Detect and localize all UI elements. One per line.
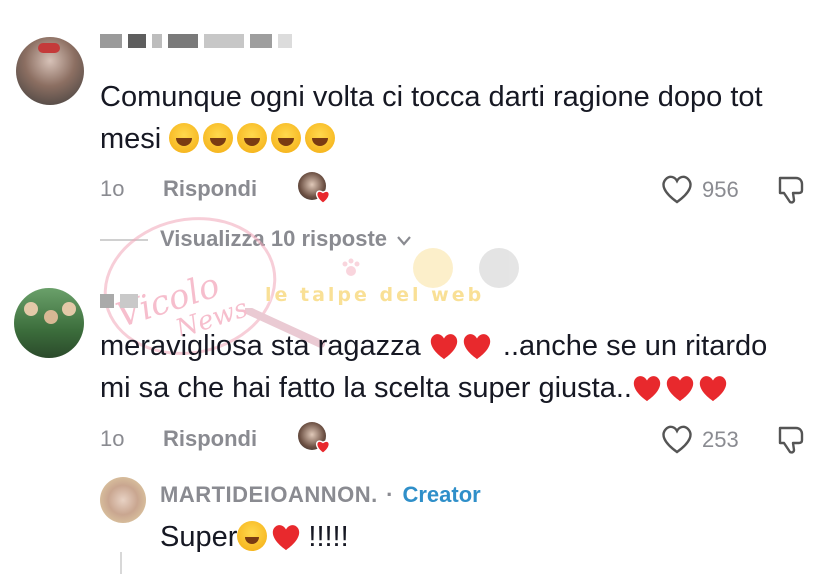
red-heart-emoji-icon: [463, 334, 491, 360]
paw-icon: [342, 258, 360, 276]
laugh-emoji-icon: [203, 123, 234, 153]
laugh-emoji-icon: [305, 123, 336, 153]
reply-text: Super!!!!!: [160, 516, 349, 558]
watermark-cartoon-1: [413, 248, 453, 288]
reply-header: MARTIDEIOANNON. · Creator: [160, 482, 481, 508]
comment-line-2: mi sa che hai fatto la scelta super gius…: [100, 367, 767, 409]
creator-heart-icon: [316, 440, 330, 454]
like-count: 956: [702, 177, 739, 202]
laugh-emoji-icon: [237, 123, 268, 153]
creator-username[interactable]: MARTIDEIOANNON.: [160, 482, 378, 507]
avatar-face: [62, 302, 76, 316]
avatar-hat: [38, 43, 60, 53]
dislike-icon[interactable]: [776, 424, 808, 456]
red-heart-emoji-icon: [699, 376, 727, 402]
watermark-banner: le talpe del web: [265, 284, 485, 306]
reply-text-word: Super: [160, 521, 238, 553]
censored-username: [100, 294, 144, 312]
like-heart-icon[interactable]: [661, 424, 693, 454]
red-heart-emoji-icon: [273, 525, 300, 551]
comment-text: Comunque ogni volta ci tocca darti ragio…: [100, 76, 763, 160]
creator-badge: Creator: [402, 482, 481, 507]
reply-exclaim: !!!!!: [308, 521, 349, 553]
comment-time: 1o: [100, 176, 125, 201]
comment-line-2-text: mi sa che hai fatto la scelta super gius…: [100, 372, 632, 404]
red-heart-emoji-icon: [666, 376, 694, 402]
comment-line-2: mesi: [100, 118, 763, 160]
censored-username: [100, 34, 298, 52]
avatar[interactable]: [100, 477, 146, 523]
red-heart-emoji-icon: [633, 376, 661, 402]
avatar-face: [24, 302, 38, 316]
separator: ·: [386, 482, 394, 507]
thread-line: [120, 552, 122, 574]
laugh-emoji-icon: [169, 123, 200, 153]
creator-heart-icon: [316, 190, 330, 204]
grinning-sweat-emoji-icon: [237, 521, 268, 551]
like-count: 253: [702, 427, 739, 452]
comment-line-2-text: mesi: [100, 123, 162, 155]
comment-line-1: Comunque ogni volta ci tocca darti ragio…: [100, 81, 763, 113]
reply-button[interactable]: Rispondi: [163, 426, 257, 452]
comment-line-1a: meravigliosa sta ragazza: [100, 330, 421, 362]
comment-line-1b: ..anche se un ritardo: [502, 330, 768, 362]
reply-button[interactable]: Rispondi: [163, 176, 257, 202]
like-heart-icon[interactable]: [661, 174, 693, 204]
red-heart-emoji-icon: [430, 334, 458, 360]
comment-text: meravigliosa sta ragazza ..anche se un r…: [100, 325, 767, 409]
avatar[interactable]: [14, 288, 84, 358]
avatar[interactable]: [16, 37, 84, 105]
avatar-face: [44, 310, 58, 324]
dislike-icon[interactable]: [776, 174, 808, 206]
comment-time: 1o: [100, 426, 125, 451]
laugh-emoji-icon: [271, 123, 302, 153]
comment-line-1: meravigliosa sta ragazza ..anche se un r…: [100, 325, 767, 367]
watermark-cartoon-2: [479, 248, 519, 288]
watermark-logo-text: Vicolo News: [112, 265, 252, 336]
